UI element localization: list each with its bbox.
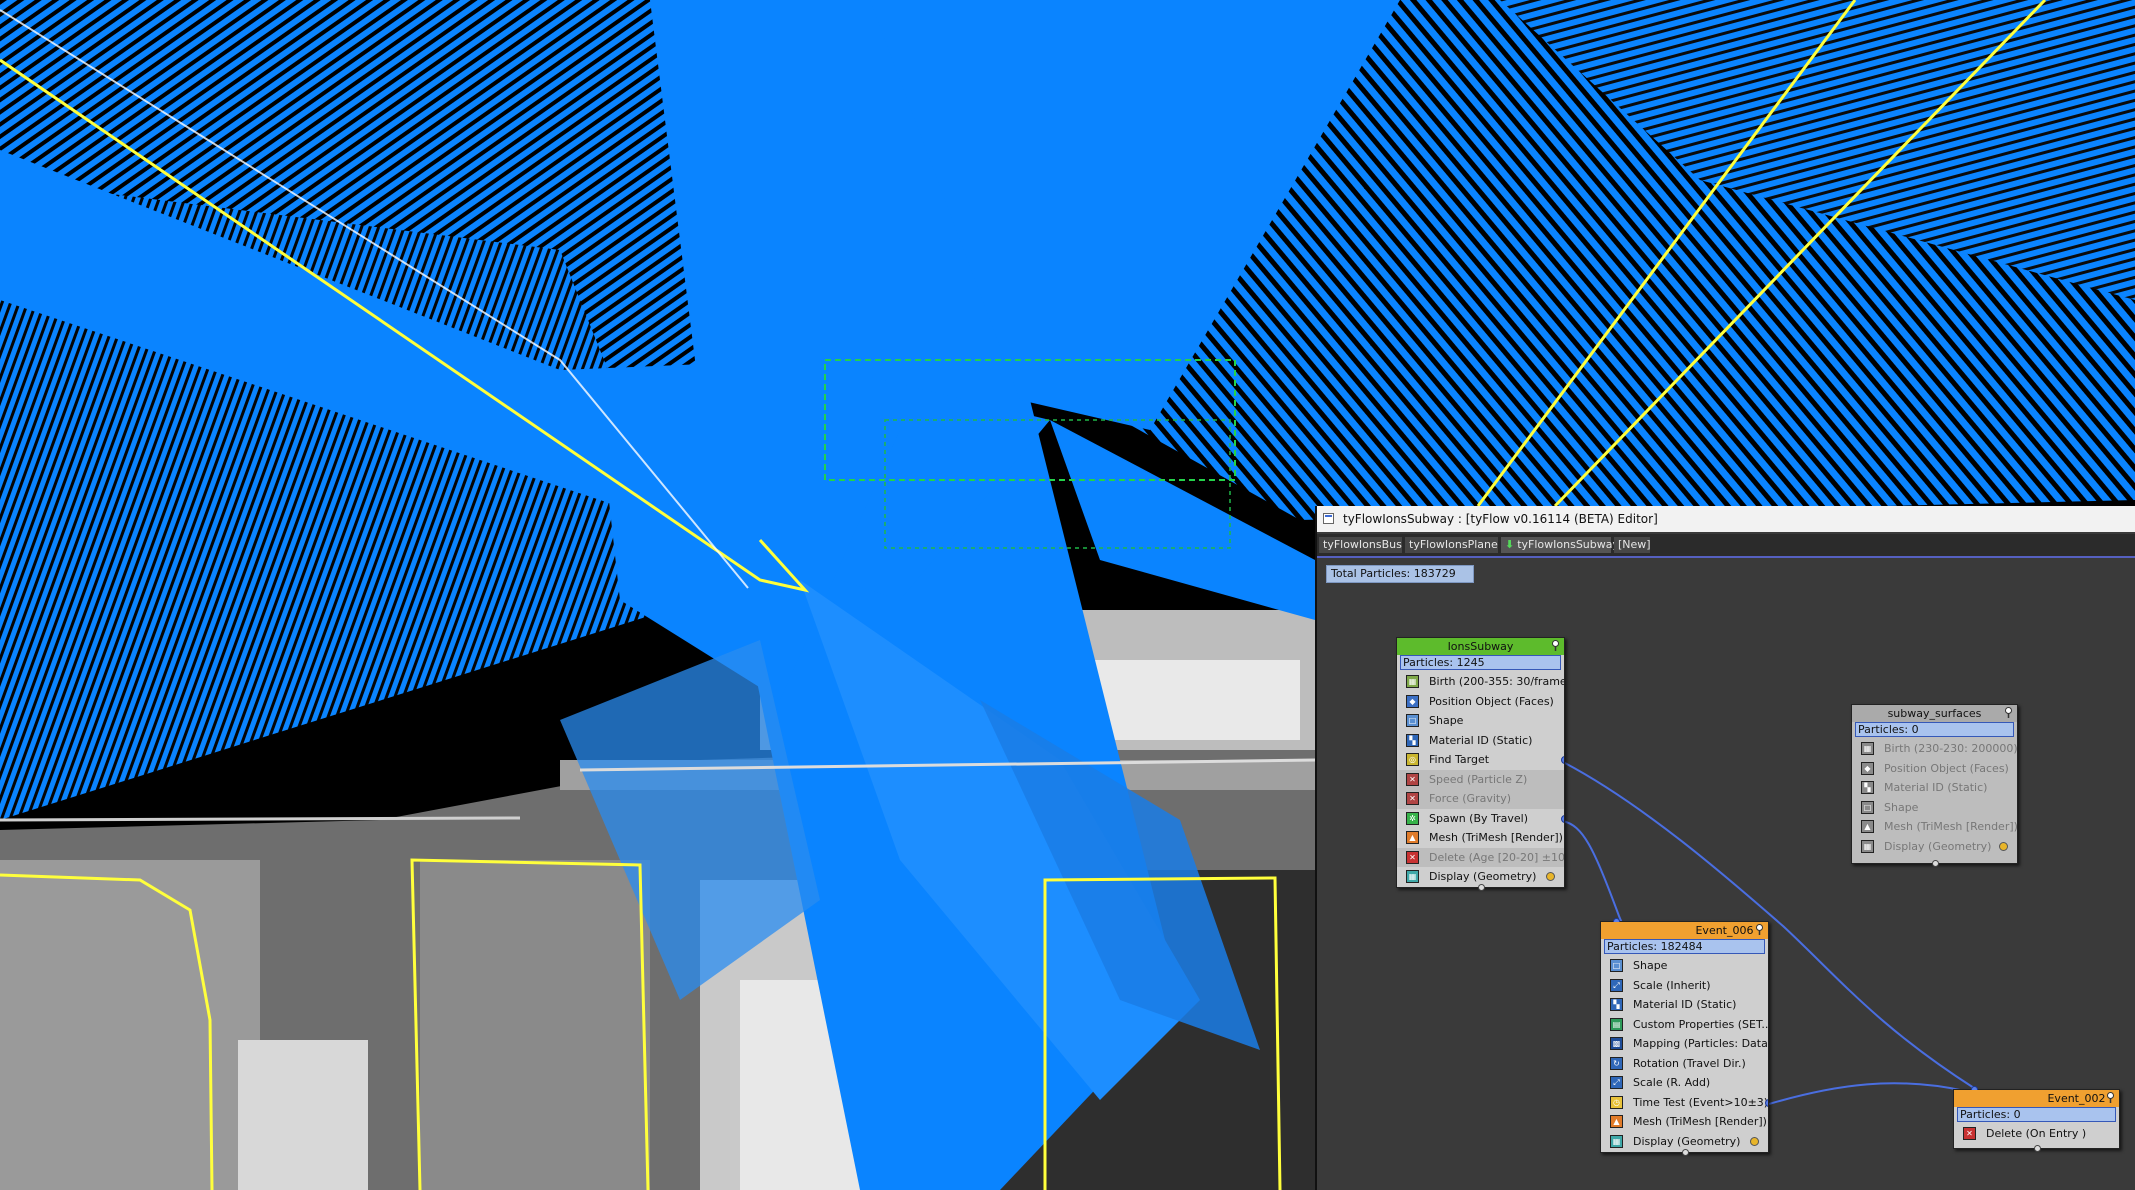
tyflow-editor-window[interactable]: tyFlowIonsSubway : [tyFlow v0.16114 (BET… — [1315, 506, 2135, 1190]
output-port[interactable] — [1561, 756, 1564, 764]
material-id-icon: ▚ — [1610, 998, 1623, 1011]
wire-spawn-to-event-006 — [1562, 820, 1626, 928]
node-title[interactable]: Event_006 — [1601, 922, 1768, 939]
position-object-icon: ◆ — [1406, 694, 1419, 708]
operator-delete[interactable]: ✕ Delete (On Entry ) — [1954, 1124, 2119, 1144]
operator-display[interactable]: ▦ Display (Geometry) — [1852, 837, 2017, 857]
rotation-icon: ↻ — [1610, 1056, 1623, 1070]
display-icon: ▦ — [1406, 870, 1419, 883]
node-event-002[interactable]: Event_002 Particles: 0 ✕ Delete (On Entry… — [1953, 1086, 2120, 1152]
shape-icon: □ — [1861, 800, 1874, 814]
particle-count: Particles: 182484 — [1604, 939, 1765, 954]
position-object-icon: ◆ — [1861, 761, 1874, 775]
operator-speed[interactable]: ✕ Speed (Particle Z) — [1397, 769, 1564, 789]
scale-icon: ⤢ — [1610, 978, 1623, 992]
operator-material-id[interactable]: ▚ Material ID (Static) — [1852, 778, 2017, 798]
operator-position-object[interactable]: ◆ Position Object (Faces) — [1852, 759, 2017, 779]
operator-birth[interactable]: ▦ Birth (230-230: 200000) — [1852, 739, 2017, 759]
operator-material-id[interactable]: ▚ Material ID (Static) — [1397, 731, 1564, 751]
operator-find-target[interactable]: ◎ Find Target — [1397, 750, 1564, 770]
particle-count: Particles: 0 — [1957, 1107, 2116, 1122]
operator-list: ✕ Delete (On Entry ) — [1954, 1122, 2119, 1144]
birth-icon: ▦ — [1406, 675, 1419, 688]
operator-scale-add[interactable]: ⤢ Scale (R. Add) — [1601, 1073, 1768, 1093]
display-icon: ▦ — [1610, 1134, 1623, 1148]
output-port[interactable] — [1765, 1098, 1768, 1107]
material-id-icon: ▚ — [1406, 733, 1419, 747]
operator-mesh[interactable]: ▲ Mesh (TriMesh [Render]) — [1601, 1112, 1768, 1132]
speed-icon: ✕ — [1406, 772, 1419, 786]
operator-mapping[interactable]: ▩ Mapping (Particles: Data) — [1601, 1034, 1768, 1054]
mesh-icon: ▲ — [1610, 1115, 1623, 1128]
delete-icon: ✕ — [1406, 850, 1419, 864]
display-color-swatch[interactable] — [1546, 872, 1555, 881]
operator-position-object[interactable]: ◆ Position Object (Faces) — [1397, 692, 1564, 712]
operator-custom-properties[interactable]: ▤ Custom Properties (SET... — [1601, 1015, 1768, 1035]
pin-icon[interactable] — [2004, 707, 2013, 718]
operator-birth[interactable]: ▦ Birth (200-355: 30/frame) — [1397, 672, 1564, 692]
operator-time-test[interactable]: ◷ Time Test (Event>10±3) — [1601, 1093, 1768, 1113]
operator-list: ▦ Birth (230-230: 200000) ◆ Position Objec… — [1852, 737, 2017, 862]
spawn-icon: ✲ — [1406, 811, 1419, 825]
operator-shape[interactable]: □ Shape — [1397, 711, 1564, 731]
node-subway-surfaces[interactable]: subway_surfaces Particles: 0 ▦ Birth (230… — [1851, 704, 2018, 867]
node-output-port[interactable] — [1932, 860, 1939, 867]
wire-time-test-to-event-002 — [1768, 1082, 1975, 1105]
pin-icon[interactable] — [2106, 1092, 2115, 1103]
operator-rotation[interactable]: ↻ Rotation (Travel Dir.) — [1601, 1054, 1768, 1074]
operator-shape[interactable]: □ Shape — [1601, 956, 1768, 976]
shape-icon: □ — [1610, 959, 1623, 972]
particle-count: Particles: 1245 — [1400, 655, 1561, 670]
material-id-icon: ▚ — [1861, 781, 1874, 794]
node-ionssubway[interactable]: IonsSubway Particles: 1245 ▦ Birth (200-3… — [1396, 637, 1565, 891]
scale-icon: ⤢ — [1610, 1076, 1623, 1089]
operator-delete[interactable]: ✕ Delete (Age [20-20] ±10) — [1397, 847, 1564, 867]
custom-properties-icon: ▤ — [1610, 1017, 1623, 1031]
operator-mesh[interactable]: ▲ Mesh (TriMesh [Render]) — [1397, 828, 1564, 848]
delete-icon: ✕ — [1963, 1127, 1976, 1140]
find-target-icon: ◎ — [1406, 753, 1419, 766]
mesh-icon: ▲ — [1406, 831, 1419, 844]
node-title[interactable]: Event_002 — [1954, 1090, 2119, 1107]
operator-list: □ Shape ⤢ Scale (Inherit) ▚ Material ID (St… — [1601, 954, 1768, 1157]
force-icon: ✕ — [1406, 792, 1419, 805]
operator-shape[interactable]: □ Shape — [1852, 798, 2017, 818]
node-event-006[interactable]: Event_006 Particles: 182484 □ Shape ⤢ Scal… — [1600, 918, 1769, 1156]
particle-count: Particles: 0 — [1855, 722, 2014, 737]
node-output-port[interactable] — [2034, 1145, 2041, 1152]
mesh-icon: ▲ — [1861, 820, 1874, 833]
display-color-swatch[interactable] — [1999, 841, 2008, 851]
operator-spawn[interactable]: ✲ Spawn (By Travel) — [1397, 809, 1564, 829]
display-color-swatch[interactable] — [1750, 1136, 1759, 1146]
output-port[interactable] — [1561, 814, 1564, 823]
node-output-port[interactable] — [1478, 884, 1485, 891]
node-output-port[interactable] — [1682, 1149, 1689, 1156]
birth-icon: ▦ — [1861, 742, 1874, 755]
node-title[interactable]: IonsSubway — [1397, 638, 1564, 655]
operator-mesh[interactable]: ▲ Mesh (TriMesh [Render]) — [1852, 817, 2017, 837]
pin-icon[interactable] — [1551, 640, 1560, 651]
time-test-icon: ◷ — [1610, 1095, 1623, 1109]
operator-material-id[interactable]: ▚ Material ID (Static) — [1601, 995, 1768, 1015]
mapping-icon: ▩ — [1610, 1037, 1623, 1050]
operator-list: ▦ Birth (200-355: 30/frame) ◆ Position Obj… — [1397, 670, 1564, 893]
operator-force[interactable]: ✕ Force (Gravity) — [1397, 789, 1564, 809]
shape-icon: □ — [1406, 714, 1419, 727]
display-icon: ▦ — [1861, 839, 1874, 853]
node-title[interactable]: subway_surfaces — [1852, 705, 2017, 722]
pin-icon[interactable] — [1755, 924, 1764, 935]
operator-scale-inherit[interactable]: ⤢ Scale (Inherit) — [1601, 976, 1768, 996]
